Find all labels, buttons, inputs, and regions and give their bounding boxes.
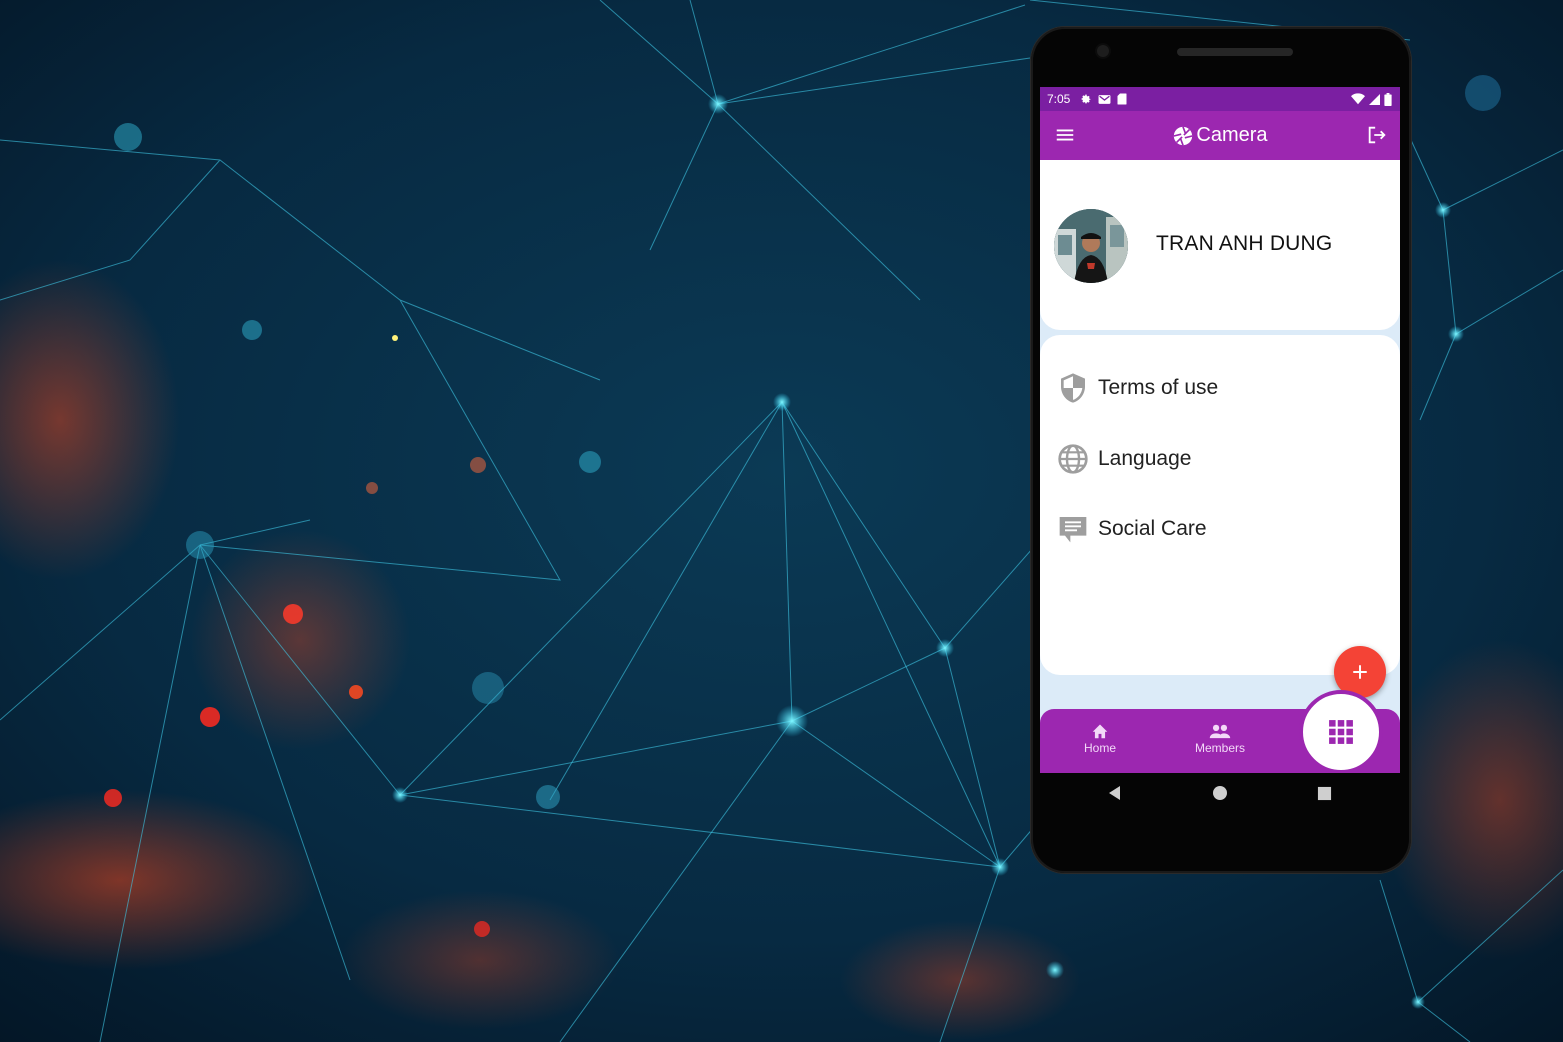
recents-button[interactable] [1314, 783, 1334, 803]
nav-item-home[interactable]: Home [1060, 721, 1140, 755]
menu-item-social-care[interactable]: Social Care [1056, 511, 1207, 547]
menu-item-label: Social Care [1098, 517, 1207, 540]
app-title-text: Camera [1196, 124, 1268, 146]
grid-icon [1329, 720, 1353, 744]
nav-label-home: Home [1083, 741, 1116, 755]
status-bar: 7:05 [1040, 87, 1400, 111]
menu-item-language[interactable]: Language [1056, 441, 1191, 477]
system-navigation-bar [1031, 773, 1411, 813]
signal-icon [1369, 93, 1380, 105]
status-time: 7:05 [1047, 92, 1071, 106]
settings-icon [1081, 94, 1091, 104]
recents-square-icon [1317, 786, 1331, 800]
sdcard-icon [1117, 93, 1127, 105]
profile-card: TRAN ANH DUNG [1040, 160, 1400, 330]
gmail-icon [1098, 94, 1111, 104]
menu-item-terms-of-use[interactable]: Terms of use [1056, 370, 1218, 406]
shield-icon [1056, 371, 1090, 405]
avatar[interactable] [1054, 209, 1128, 283]
phone-screen: 7:05 Camera TRAN ANH DUNG Terms of use L… [1040, 87, 1400, 773]
menu-item-label: Terms of use [1098, 376, 1219, 399]
app-bar: Camera [1040, 111, 1400, 160]
logout-icon[interactable] [1366, 124, 1388, 146]
earpiece-speaker [1177, 48, 1293, 56]
battery-icon [1384, 92, 1392, 106]
nav-item-members[interactable]: Members [1180, 721, 1260, 755]
phone-frame: 7:05 Camera TRAN ANH DUNG Terms of use L… [1031, 27, 1411, 873]
apps-grid-button[interactable] [1299, 690, 1383, 773]
members-icon [1209, 721, 1231, 741]
menu-item-label: Language [1098, 447, 1192, 470]
home-system-button[interactable] [1210, 783, 1230, 803]
avatar-photo [1054, 209, 1128, 283]
back-button[interactable] [1105, 783, 1125, 803]
app-title: Camera [1172, 124, 1268, 147]
back-triangle-icon [1109, 786, 1120, 800]
nav-label-members: Members [1194, 741, 1245, 755]
home-circle-icon [1213, 786, 1227, 800]
chat-icon [1056, 512, 1090, 546]
profile-name: TRAN ANH DUNG [1156, 232, 1333, 255]
menu-card: Terms of use Language Social Care [1040, 335, 1400, 675]
front-camera [1097, 45, 1109, 57]
hamburger-menu-icon[interactable] [1054, 124, 1076, 146]
home-icon [1091, 721, 1109, 741]
globe-icon [1056, 442, 1090, 476]
wifi-icon [1351, 93, 1365, 105]
camera-aperture-icon [1174, 126, 1193, 145]
plus-icon [1353, 665, 1367, 679]
